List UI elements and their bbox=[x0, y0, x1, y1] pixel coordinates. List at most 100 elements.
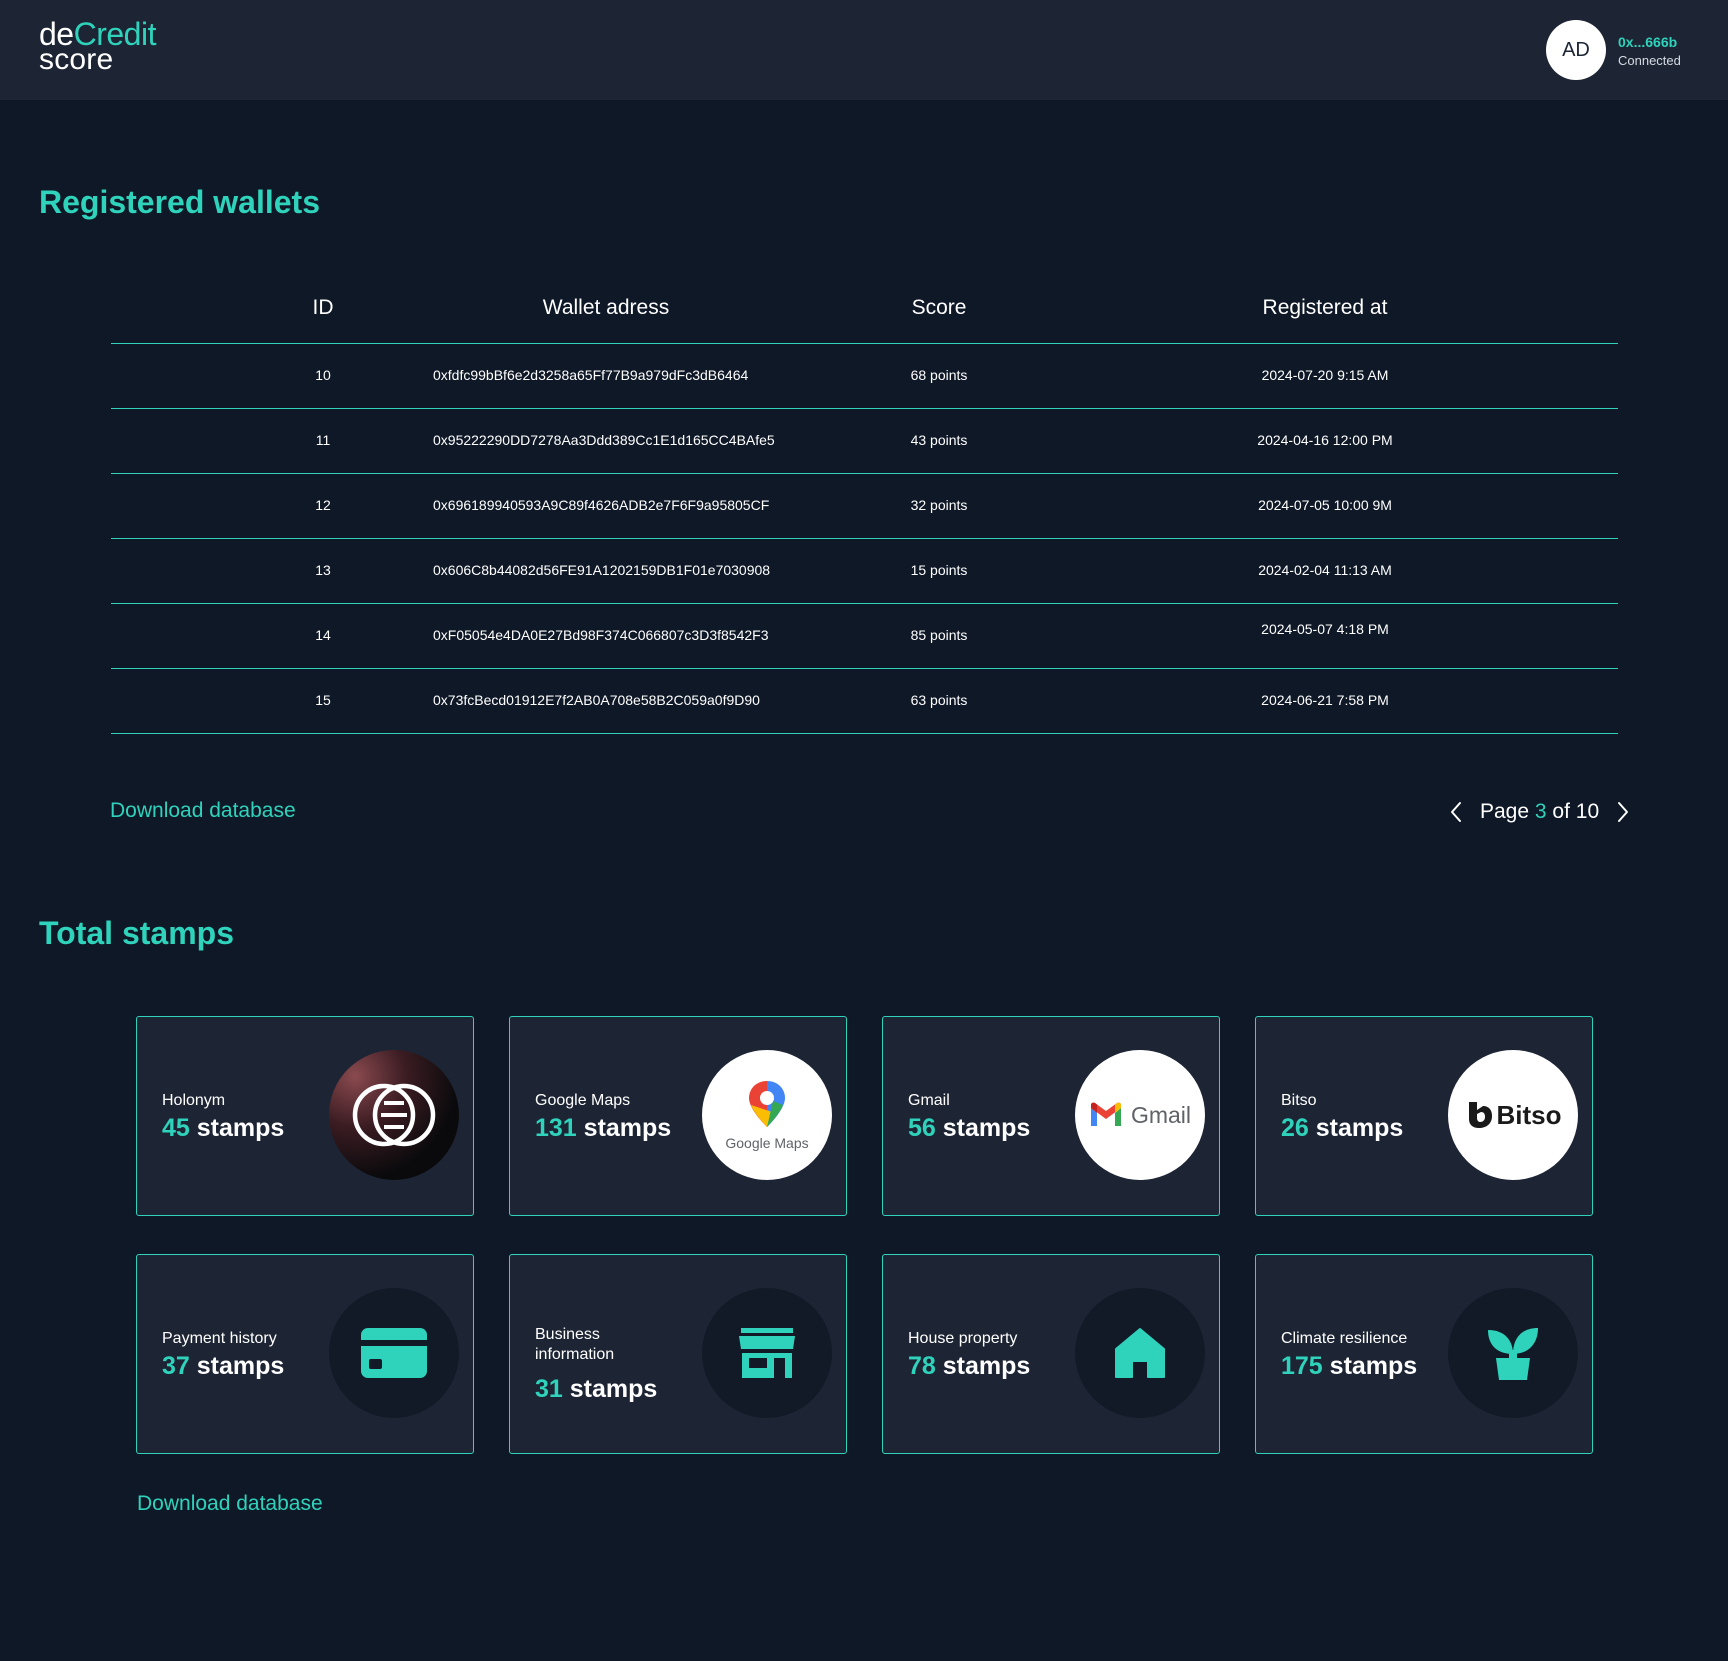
download-database-link[interactable]: Download database bbox=[110, 799, 296, 823]
sprout-icon bbox=[1448, 1288, 1578, 1418]
total-stamps-title: Total stamps bbox=[39, 915, 234, 951]
stamp-card-gmail[interactable]: Gmail 56 stamps Gmail bbox=[882, 1016, 1220, 1216]
column-header-wallet-address[interactable]: Wallet adress bbox=[543, 296, 669, 320]
stamp-count-number: 131 bbox=[535, 1114, 577, 1142]
page-of: of bbox=[1552, 800, 1570, 823]
cell-registered-at: 2024-06-21 7:58 PM bbox=[1261, 692, 1389, 708]
stamp-count-unit: stamps bbox=[942, 1352, 1031, 1380]
cell-registered-at: 2024-04-16 12:00 PM bbox=[1257, 432, 1393, 448]
stamp-count-unit: stamps bbox=[196, 1114, 285, 1142]
storefront-icon bbox=[702, 1288, 832, 1418]
column-header-registered-at[interactable]: Registered at bbox=[1263, 296, 1388, 320]
cell-registered-at: 2024-07-20 9:15 AM bbox=[1261, 367, 1389, 383]
table-row[interactable]: 10 0xfdfc99bBf6e2d3258a65Ff77B9a979dFc3dB… bbox=[111, 344, 1618, 409]
column-header-score[interactable]: Score bbox=[912, 296, 967, 320]
stamp-count-unit: stamps bbox=[942, 1114, 1031, 1142]
stamp-card-credit-card[interactable]: Payment history 37 stamps bbox=[136, 1254, 474, 1454]
stamp-label: Business information bbox=[535, 1326, 615, 1363]
avatar[interactable]: AD bbox=[1546, 20, 1606, 80]
logo-wordmark: Gmail bbox=[1130, 1101, 1192, 1128]
gmail-logo-icon: Gmail bbox=[1075, 1050, 1205, 1180]
cell-wallet-address: 0x73fcBecd01912E7f2AB0A708e58B2C059a0f9D… bbox=[433, 692, 760, 708]
wallets-table: ID Wallet adress Score Registered at 10 0… bbox=[111, 287, 1618, 734]
stamp-count-number: 31 bbox=[535, 1375, 563, 1403]
table-row[interactable]: 11 0x95222290DD7278Aa3Ddd389Cc1E1d165CC4B… bbox=[111, 409, 1618, 474]
stamp-count-number: 37 bbox=[162, 1352, 190, 1380]
cell-registered-at: 2024-02-04 11:13 AM bbox=[1258, 562, 1392, 578]
cell-registered-at: 2024-05-07 4:18 PM bbox=[1261, 621, 1389, 637]
cell-wallet-address: 0x95222290DD7278Aa3Ddd389Cc1E1d165CC4BAf… bbox=[433, 432, 775, 448]
registered-wallets-title: Registered wallets bbox=[39, 184, 320, 220]
page-indicator: Page 3 of 10 bbox=[1480, 800, 1599, 824]
chevron-right-icon bbox=[1618, 802, 1629, 822]
stamp-card-google-maps[interactable]: Google Maps 131 stamps Google Maps bbox=[509, 1016, 847, 1216]
top-bar: deCredit score AD 0x...666b Connected bbox=[0, 0, 1728, 100]
cell-id: 12 bbox=[315, 497, 331, 513]
cell-id: 13 bbox=[315, 562, 331, 578]
stamp-label: Climate resilience bbox=[1281, 1330, 1408, 1347]
cell-wallet-address: 0x696189940593A9C89f4626ADB2e7F6F9a95805… bbox=[433, 497, 770, 513]
table-row[interactable]: 12 0x696189940593A9C89f4626ADB2e7F6F9a958… bbox=[111, 474, 1618, 539]
download-stamps-database-link[interactable]: Download database bbox=[137, 1492, 323, 1516]
house-icon bbox=[1075, 1288, 1205, 1418]
cell-wallet-address: 0xF05054e4DA0E27Bd98F374C066807c3D3f8542… bbox=[433, 627, 769, 643]
stamp-count-number: 78 bbox=[908, 1352, 936, 1380]
stamp-count: 31 stamps bbox=[535, 1375, 657, 1404]
cell-registered-at: 2024-07-05 10:00 9M bbox=[1258, 497, 1392, 513]
previous-page-button[interactable] bbox=[1446, 799, 1466, 825]
stamp-label: House property bbox=[908, 1330, 1018, 1347]
cell-wallet-address: 0xfdfc99bBf6e2d3258a65Ff77B9a979dFc3dB64… bbox=[433, 367, 749, 383]
cell-wallet-address: 0x606C8b44082d56FE91A1202159DB1F01e70309… bbox=[433, 562, 771, 578]
page-prefix: Page bbox=[1480, 800, 1530, 823]
stamp-card-holonym[interactable]: Holonym 45 stamps bbox=[136, 1016, 474, 1216]
column-header-id[interactable]: ID bbox=[313, 296, 334, 320]
stamp-count: 45 stamps bbox=[162, 1114, 284, 1143]
google-maps-logo-icon: Google Maps bbox=[702, 1050, 832, 1180]
cell-score: 68 points bbox=[910, 367, 968, 383]
stamp-count-number: 175 bbox=[1281, 1352, 1323, 1380]
next-page-button[interactable] bbox=[1613, 799, 1633, 825]
wallet-address-short: 0x...666b bbox=[1618, 34, 1678, 50]
current-page: 3 bbox=[1534, 800, 1547, 823]
cell-score: 85 points bbox=[910, 627, 968, 643]
stamp-card-bitso[interactable]: Bitso 26 stamps Bitso bbox=[1255, 1016, 1593, 1216]
stamp-count-number: 56 bbox=[908, 1114, 936, 1142]
stamp-card-house[interactable]: House property 78 stamps bbox=[882, 1254, 1220, 1454]
stamp-count: 131 stamps bbox=[535, 1114, 671, 1143]
stamp-count-number: 45 bbox=[162, 1114, 190, 1142]
cell-score: 43 points bbox=[910, 432, 968, 448]
stamp-count-unit: stamps bbox=[1329, 1352, 1418, 1380]
cell-score: 32 points bbox=[910, 497, 968, 513]
pagination: Page 3 of 10 bbox=[1446, 797, 1633, 827]
stamp-count: 26 stamps bbox=[1281, 1114, 1403, 1143]
table-row[interactable]: 13 0x606C8b44082d56FE91A1202159DB1F01e703… bbox=[111, 539, 1618, 604]
stamp-count-unit: stamps bbox=[569, 1375, 658, 1403]
decredit-score-logo[interactable]: deCredit score bbox=[39, 18, 156, 75]
stamp-label: Payment history bbox=[162, 1330, 277, 1347]
cell-id: 10 bbox=[315, 367, 331, 383]
holonym-logo-icon bbox=[329, 1050, 459, 1180]
cell-id: 14 bbox=[315, 627, 331, 643]
cell-score: 15 points bbox=[910, 562, 968, 578]
stamp-count: 37 stamps bbox=[162, 1352, 284, 1381]
table-row[interactable]: 14 0xF05054e4DA0E27Bd98F374C066807c3D3f85… bbox=[111, 604, 1618, 669]
logo-wordmark: Google Maps bbox=[725, 1135, 809, 1151]
stamp-label: Gmail bbox=[908, 1092, 950, 1109]
cell-score: 63 points bbox=[910, 692, 968, 708]
stamp-label: Bitso bbox=[1281, 1092, 1317, 1109]
account-info[interactable]: 0x...666b Connected bbox=[1618, 34, 1681, 68]
bitso-logo-icon: Bitso bbox=[1448, 1050, 1578, 1180]
cell-id: 11 bbox=[315, 432, 331, 448]
stamp-count: 56 stamps bbox=[908, 1114, 1030, 1143]
stamp-count-number: 26 bbox=[1281, 1114, 1309, 1142]
table-header: ID Wallet adress Score Registered at bbox=[111, 287, 1618, 344]
stamp-card-storefront[interactable]: Business information 31 stamps bbox=[509, 1254, 847, 1454]
cell-id: 15 bbox=[315, 692, 331, 708]
stamp-label: Google Maps bbox=[535, 1092, 631, 1109]
stamp-count: 78 stamps bbox=[908, 1352, 1030, 1381]
stamp-count: 175 stamps bbox=[1281, 1352, 1417, 1381]
stamp-label: Holonym bbox=[162, 1092, 226, 1109]
stamp-card-sprout[interactable]: Climate resilience 175 stamps bbox=[1255, 1254, 1593, 1454]
stamp-count-unit: stamps bbox=[196, 1352, 285, 1380]
table-row[interactable]: 15 0x73fcBecd01912E7f2AB0A708e58B2C059a0f… bbox=[111, 669, 1618, 734]
